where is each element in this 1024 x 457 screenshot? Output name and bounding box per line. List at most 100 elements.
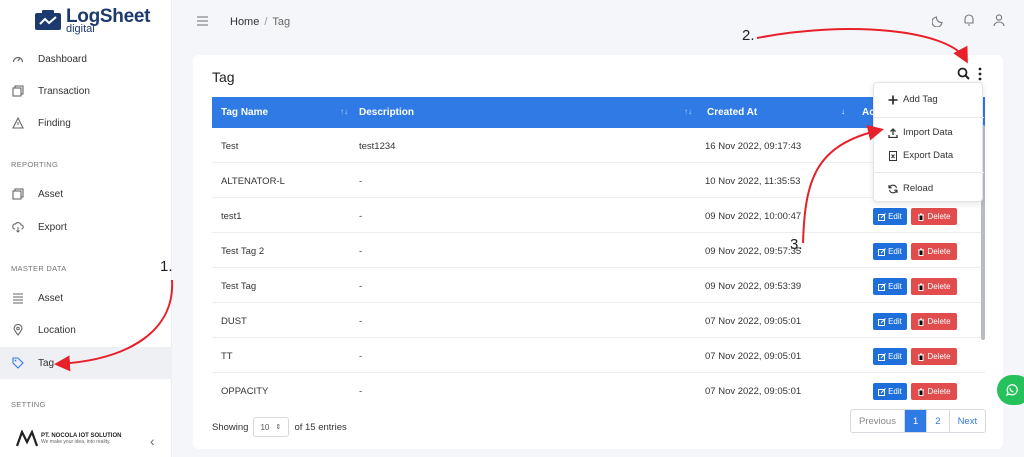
breadcrumb-home[interactable]: Home <box>230 16 259 28</box>
sort-desc-icon[interactable]: ↓ <box>841 107 845 116</box>
sidebar-item-label: Finding <box>38 117 71 129</box>
copy-icon <box>12 188 24 200</box>
gauge-icon <box>12 56 24 63</box>
edit-button[interactable]: Edit <box>873 278 907 295</box>
cell-created-at: 16 Nov 2022, 09:17:43 <box>705 141 802 152</box>
sidebar-item-asset-master[interactable]: Asset <box>0 282 172 314</box>
cell-created-at: 10 Nov 2022, 11:35:53 <box>705 176 801 187</box>
cell-description: - <box>359 176 363 187</box>
bell-icon[interactable] <box>962 13 976 27</box>
whatsapp-button[interactable] <box>997 375 1024 405</box>
col-tag-name[interactable]: Tag Name <box>221 107 268 118</box>
topbar: Home / Tag <box>173 0 1024 44</box>
logo[interactable]: LogSheet digital <box>34 7 150 35</box>
sort-icon[interactable]: ↑↓ <box>340 107 348 116</box>
page-size-select[interactable]: 10 ⇕ <box>253 417 290 437</box>
delete-button[interactable]: Delete <box>911 348 957 365</box>
sidebar-item-asset-report[interactable]: Asset <box>0 178 172 210</box>
edit-icon <box>878 352 886 361</box>
pagination: Previous 1 2 Next <box>850 409 987 433</box>
list-icon <box>13 293 23 304</box>
page-1-button[interactable]: 1 <box>903 410 927 432</box>
table-row: Test Tag 2 - 09 Nov 2022, 09:57:35 Edit … <box>212 233 985 268</box>
delete-button[interactable]: Delete <box>911 313 957 330</box>
cell-tag-name: Test Tag <box>221 281 257 292</box>
edit-button[interactable]: Edit <box>873 208 907 225</box>
cell-description: - <box>359 281 363 292</box>
sidebar-item-label: Export <box>38 221 67 233</box>
user-icon[interactable] <box>992 13 1006 27</box>
table-header: Tag Name ↑↓ Description ↑↓ Created At ↓ … <box>212 97 985 128</box>
sidebar-item-label: Transaction <box>38 85 90 97</box>
trash-icon <box>918 388 925 396</box>
delete-button[interactable]: Delete <box>911 383 957 400</box>
options-menu: Add Tag Import Data Export Data Reload <box>873 82 984 202</box>
cell-tag-name: test1 <box>221 211 242 222</box>
moon-icon[interactable] <box>932 13 946 27</box>
more-options-icon[interactable] <box>977 67 983 81</box>
table-row: test1 - 09 Nov 2022, 10:00:47 Edit Delet… <box>212 198 985 233</box>
table-row: TT - 07 Nov 2022, 09:05:01 Edit Delete <box>212 338 985 373</box>
cell-created-at: 07 Nov 2022, 09:05:01 <box>705 386 802 397</box>
sidebar-item-label: Asset <box>38 292 64 304</box>
trash-icon <box>918 213 925 221</box>
sidebar-item-finding[interactable]: Finding <box>0 107 172 139</box>
col-description[interactable]: Description <box>359 107 414 118</box>
section-label-reporting: REPORTING <box>11 160 59 169</box>
showing-label: Showing <box>212 421 249 433</box>
menu-import-data[interactable]: Import Data <box>888 127 953 138</box>
cell-created-at: 09 Nov 2022, 10:00:47 <box>705 211 802 222</box>
file-excel-icon <box>889 150 897 161</box>
logo-icon <box>35 10 61 30</box>
menu-export-data[interactable]: Export Data <box>888 150 953 161</box>
annotation-3: 3. <box>790 236 803 253</box>
sidebar-item-label: Dashboard <box>38 53 87 65</box>
cloud-download-icon <box>12 222 24 233</box>
col-created-at[interactable]: Created At <box>707 107 757 118</box>
cell-tag-name: Test <box>221 141 239 152</box>
sidebar: LogSheet digital Dashboard Transaction F… <box>0 0 172 457</box>
annotation-2: 2. <box>742 27 755 44</box>
sidebar-item-transaction[interactable]: Transaction <box>0 75 172 107</box>
search-icon[interactable] <box>957 67 970 80</box>
delete-button[interactable]: Delete <box>911 243 957 260</box>
annotation-1: 1. <box>160 258 173 275</box>
select-arrows-icon: ⇕ <box>275 424 282 431</box>
sort-icon[interactable]: ↑↓ <box>684 107 692 116</box>
menu-add-tag[interactable]: Add Tag <box>888 94 938 105</box>
warning-icon <box>12 117 24 129</box>
table-row: DUST - 07 Nov 2022, 09:05:01 Edit Delete <box>212 303 985 338</box>
delete-button[interactable]: Delete <box>911 208 957 225</box>
plus-icon <box>888 95 898 104</box>
cell-tag-name: OPPACITY <box>221 386 269 397</box>
menu-icon[interactable] <box>197 16 208 26</box>
sidebar-item-location[interactable]: Location <box>0 314 172 346</box>
sidebar-item-dashboard[interactable]: Dashboard <box>0 43 172 75</box>
delete-button[interactable]: Delete <box>911 278 957 295</box>
page-2-button[interactable]: 2 <box>926 410 948 432</box>
breadcrumb-separator: / <box>264 16 268 28</box>
edit-icon <box>878 247 886 256</box>
sidebar-item-tag[interactable]: Tag <box>0 347 172 379</box>
sidebar-item-label: Asset <box>38 188 64 200</box>
sidebar-item-export[interactable]: Export <box>0 211 172 243</box>
page-title: Tag <box>212 69 235 85</box>
edit-button[interactable]: Edit <box>873 313 907 330</box>
cell-tag-name: Test Tag 2 <box>221 246 265 257</box>
refresh-icon <box>888 184 898 193</box>
breadcrumb-current: Tag <box>272 16 291 28</box>
cell-description: test1234 <box>359 141 396 152</box>
whatsapp-icon <box>1005 384 1018 397</box>
collapse-sidebar-icon[interactable]: ‹ <box>150 433 155 449</box>
sidebar-item-label: Tag <box>38 357 55 369</box>
sidebar-item-label: Location <box>38 324 76 336</box>
edit-button[interactable]: Edit <box>873 243 907 260</box>
edit-button[interactable]: Edit <box>873 348 907 365</box>
next-page-button[interactable]: Next <box>948 410 986 432</box>
menu-divider <box>874 172 984 173</box>
cell-description: - <box>359 211 363 222</box>
menu-reload[interactable]: Reload <box>888 183 933 194</box>
cell-tag-name: TT <box>221 351 233 362</box>
previous-page-button[interactable]: Previous <box>851 410 904 432</box>
edit-button[interactable]: Edit <box>873 383 907 400</box>
